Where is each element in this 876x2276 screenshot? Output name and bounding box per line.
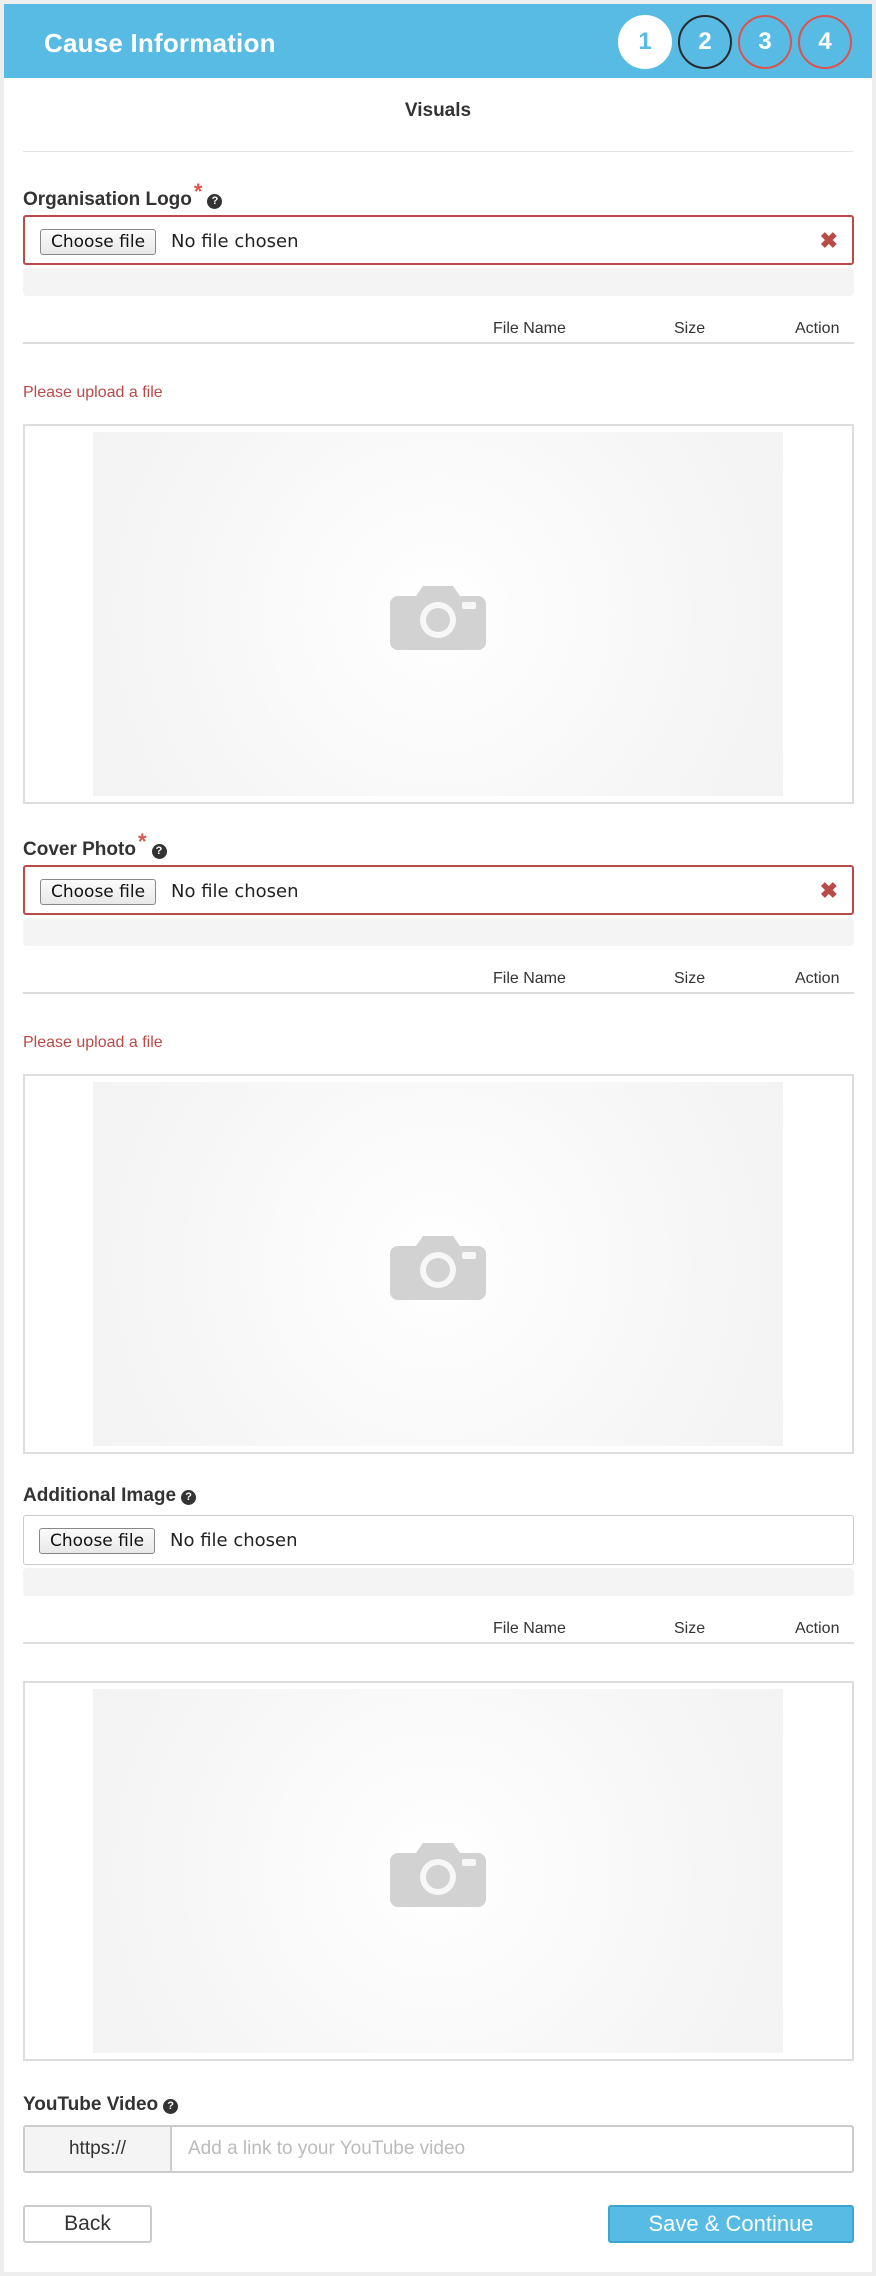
upload-progress-bar [23, 268, 854, 296]
column-size: Size [674, 320, 706, 337]
youtube-url-input[interactable] [174, 2127, 852, 2171]
file-table-header: File Name Size Action [23, 958, 854, 994]
section-title: Visuals [404, 100, 472, 121]
file-table-header: File Name Size Action [23, 308, 854, 344]
question-circle-icon[interactable]: ? [163, 2099, 179, 2114]
camera-icon [390, 1843, 486, 1907]
clear-icon[interactable]: ✖ [820, 228, 838, 254]
file-status-text: No file chosen [171, 231, 299, 252]
cover-photo-preview [23, 1074, 854, 1454]
header-bar: Cause Information 1 2 3 4 [4, 4, 872, 78]
preview-placeholder [93, 432, 783, 796]
required-mark: * [193, 179, 203, 204]
youtube-video-label: YouTube Video? [23, 2094, 179, 2116]
file-table-header: File Name Size Action [23, 1608, 854, 1644]
question-circle-icon[interactable]: ? [181, 1490, 197, 1505]
youtube-input-group: https:// [23, 2125, 854, 2173]
clear-icon[interactable]: ✖ [820, 878, 838, 904]
organisation-logo-file-input[interactable]: Choose file No file chosen ✖ [23, 215, 854, 265]
step-4-indicator[interactable]: 4 [798, 15, 852, 69]
youtube-video-label-text: YouTube Video [23, 2094, 159, 2115]
page-title: Cause Information [44, 28, 276, 58]
additional-image-label-text: Additional Image [23, 1485, 177, 1506]
file-status-text: No file chosen [171, 881, 299, 902]
column-action: Action [795, 320, 840, 337]
column-file-name: File Name [493, 970, 566, 987]
preview-placeholder [93, 1689, 783, 2053]
file-status-text: No file chosen [170, 1530, 298, 1551]
camera-icon [390, 586, 486, 650]
column-size: Size [674, 970, 706, 987]
question-circle-icon[interactable]: ? [151, 844, 167, 859]
additional-image-file-input[interactable]: Choose file No file chosen [23, 1515, 854, 1565]
column-size: Size [674, 1620, 706, 1637]
cover-photo-file-input[interactable]: Choose file No file chosen ✖ [23, 865, 854, 915]
column-file-name: File Name [493, 1620, 566, 1637]
column-action: Action [795, 970, 840, 987]
cover-photo-error: Please upload a file [23, 1034, 163, 1051]
step-2-indicator[interactable]: 2 [678, 15, 732, 69]
choose-file-button[interactable]: Choose file [40, 879, 157, 905]
organisation-logo-label: Organisation Logo*? [23, 179, 223, 211]
organisation-logo-preview [23, 424, 854, 804]
additional-image-preview [23, 1681, 854, 2061]
section-divider [23, 151, 853, 152]
organisation-logo-error: Please upload a file [23, 384, 163, 401]
column-file-name: File Name [493, 320, 566, 337]
organisation-logo-label-text: Organisation Logo [23, 189, 192, 210]
question-circle-icon[interactable]: ? [207, 194, 223, 209]
step-3-indicator[interactable]: 3 [738, 15, 792, 69]
required-mark: * [137, 829, 147, 854]
preview-placeholder [93, 1082, 783, 1446]
back-button[interactable]: Back [23, 2205, 152, 2243]
cover-photo-label-text: Cover Photo [23, 839, 136, 860]
choose-file-button[interactable]: Choose file [39, 1528, 156, 1554]
additional-image-label: Additional Image? [23, 1485, 197, 1507]
upload-progress-bar [23, 918, 854, 946]
choose-file-button[interactable]: Choose file [40, 229, 157, 255]
cover-photo-label: Cover Photo*? [23, 829, 167, 861]
step-1-indicator[interactable]: 1 [618, 15, 672, 69]
camera-icon [390, 1236, 486, 1300]
column-action: Action [795, 1620, 840, 1637]
save-continue-button[interactable]: Save & Continue [608, 2205, 854, 2243]
upload-progress-bar [23, 1568, 854, 1596]
url-prefix-addon: https:// [25, 2127, 172, 2171]
